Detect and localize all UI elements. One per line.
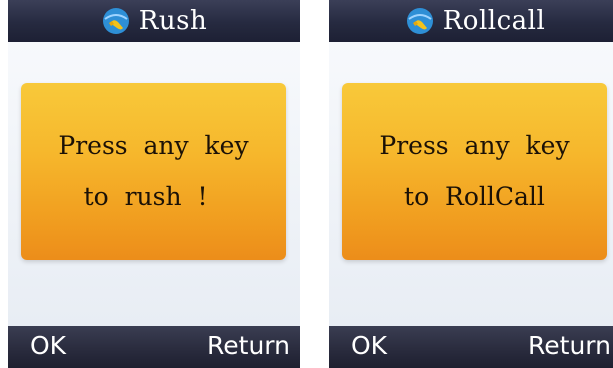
ptt-handset-icon [101,6,131,36]
screen-title: Rollcall [442,6,546,36]
message-box: Press any key to RollCall [342,83,607,260]
message-line-2: to RollCall [404,182,545,211]
message-box: Press any key to rush ! [21,83,286,260]
screen-title: Rush [138,6,208,36]
message-line-1: Press any key [379,131,570,160]
title-bar: Rush [8,0,300,42]
softkey-bar: OK Return [8,326,300,368]
message-line-1: Press any key [58,131,249,160]
ok-softkey[interactable]: OK [30,333,66,358]
content-area: Press any key to RollCall [329,42,613,326]
rollcall-screen: Rollcall Press any key to RollCall OK Re… [329,0,613,368]
content-area: Press any key to rush ! [8,42,300,326]
title-bar: Rollcall [329,0,613,42]
message-line-2: to rush ! [83,182,224,211]
ok-softkey[interactable]: OK [351,333,387,358]
return-softkey[interactable]: Return [207,333,290,358]
return-softkey[interactable]: Return [528,333,611,358]
ptt-handset-icon [405,6,435,36]
rush-screen: Rush Press any key to rush ! OK Return [8,0,300,368]
softkey-bar: OK Return [329,326,613,368]
